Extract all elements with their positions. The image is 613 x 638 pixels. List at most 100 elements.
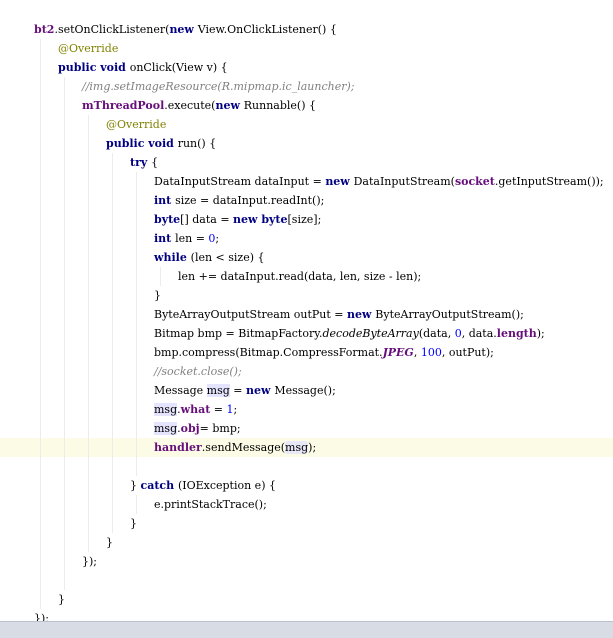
code-line[interactable]: public void onClick(View v) { bbox=[0, 58, 613, 77]
code-token: msg bbox=[154, 422, 178, 435]
code-text: len += dataInput.read(data, len, size - … bbox=[178, 267, 421, 286]
indent-guide bbox=[40, 381, 41, 400]
code-line[interactable]: handler.sendMessage(msg); bbox=[0, 438, 613, 457]
indent-guide bbox=[112, 229, 113, 248]
code-token: bmp.compress(Bitmap.CompressFormat. bbox=[154, 346, 383, 359]
code-line[interactable]: bt2.setOnClickListener(new View.OnClickL… bbox=[0, 20, 613, 39]
code-token: } bbox=[130, 479, 141, 492]
indent-guide bbox=[64, 495, 65, 514]
indent-guide bbox=[112, 400, 113, 419]
indent-guide bbox=[40, 552, 41, 571]
code-token: ); bbox=[308, 441, 317, 454]
indent-guide bbox=[136, 438, 137, 457]
code-line[interactable]: Message msg = new Message(); bbox=[0, 381, 613, 400]
indent-guide bbox=[88, 514, 89, 533]
indent-guide bbox=[88, 495, 89, 514]
code-token: msg bbox=[206, 384, 230, 397]
code-line[interactable]: }); bbox=[0, 609, 613, 621]
indent-guide bbox=[112, 362, 113, 381]
code-token: new bbox=[325, 175, 354, 188]
code-line[interactable]: int len = 0; bbox=[0, 229, 613, 248]
indent-guide bbox=[88, 381, 89, 400]
indent-guide bbox=[64, 381, 65, 400]
code-line[interactable]: } bbox=[0, 286, 613, 305]
code-line[interactable]: ByteArrayOutputStream outPut = new ByteA… bbox=[0, 305, 613, 324]
indent-guide bbox=[40, 267, 41, 286]
code-line[interactable]: msg.obj= bmp; bbox=[0, 419, 613, 438]
code-line[interactable]: while (len < size) { bbox=[0, 248, 613, 267]
indent-guide bbox=[40, 153, 41, 172]
code-text: byte[] data = new byte[size]; bbox=[154, 210, 321, 229]
indent-guide bbox=[88, 115, 89, 134]
indent-guide bbox=[88, 172, 89, 191]
code-line[interactable] bbox=[0, 457, 613, 476]
code-text: e.printStackTrace(); bbox=[154, 495, 267, 514]
indent-guide bbox=[88, 533, 89, 552]
indent-guide bbox=[136, 343, 137, 362]
code-token: JPEG bbox=[382, 346, 414, 359]
code-line[interactable]: @Override bbox=[0, 39, 613, 58]
code-line[interactable]: bmp.compress(Bitmap.CompressFormat.JPEG,… bbox=[0, 343, 613, 362]
code-token: mThreadPool bbox=[82, 99, 165, 112]
indent-guide bbox=[136, 400, 137, 419]
code-editor[interactable]: bt2.setOnClickListener(new View.OnClickL… bbox=[0, 0, 613, 621]
code-token: msg bbox=[154, 403, 178, 416]
indent-guide bbox=[136, 324, 137, 343]
code-line[interactable]: byte[] data = new byte[size]; bbox=[0, 210, 613, 229]
code-token: new bbox=[215, 99, 244, 112]
indent-guide bbox=[40, 172, 41, 191]
code-line[interactable]: }); bbox=[0, 552, 613, 571]
code-token: bt2 bbox=[34, 23, 55, 36]
code-token: [] data = bbox=[180, 213, 234, 226]
code-token: 1 bbox=[226, 403, 234, 416]
code-text: } bbox=[130, 514, 137, 533]
indent-guide bbox=[64, 438, 65, 457]
indent-guide bbox=[88, 400, 89, 419]
code-token: len += dataInput.read(data, len, size - … bbox=[178, 270, 422, 283]
code-text: while (len < size) { bbox=[154, 248, 265, 267]
indent-guide bbox=[112, 476, 113, 495]
code-line[interactable]: //img.setImageResource(R.mipmap.ic_launc… bbox=[0, 77, 613, 96]
indent-guide bbox=[64, 343, 65, 362]
code-token: (IOException e) { bbox=[177, 479, 276, 492]
indent-guide bbox=[40, 419, 41, 438]
code-text: Message msg = new Message(); bbox=[154, 381, 336, 400]
indent-guide bbox=[136, 248, 137, 267]
code-token: what bbox=[180, 403, 211, 416]
indent-guide bbox=[88, 191, 89, 210]
code-text: Bitmap bmp = BitmapFactory.decodeByteArr… bbox=[154, 324, 545, 343]
code-line[interactable]: try { bbox=[0, 153, 613, 172]
indent-guide bbox=[40, 514, 41, 533]
code-line[interactable]: e.printStackTrace(); bbox=[0, 495, 613, 514]
code-line[interactable]: Bitmap bmp = BitmapFactory.decodeByteArr… bbox=[0, 324, 613, 343]
code-line[interactable]: public void run() { bbox=[0, 134, 613, 153]
indent-guide bbox=[64, 77, 65, 96]
code-line[interactable]: } bbox=[0, 590, 613, 609]
indent-guide bbox=[112, 438, 113, 457]
indent-guide bbox=[88, 229, 89, 248]
indent-guide bbox=[88, 324, 89, 343]
code-line[interactable]: } bbox=[0, 533, 613, 552]
code-token: catch bbox=[140, 479, 178, 492]
code-token: ; bbox=[233, 403, 238, 416]
code-line[interactable]: //socket.close(); bbox=[0, 362, 613, 381]
indent-guide bbox=[64, 134, 65, 153]
indent-guide bbox=[40, 343, 41, 362]
code-line[interactable] bbox=[0, 571, 613, 590]
code-text: int size = dataInput.readInt(); bbox=[154, 191, 324, 210]
code-line[interactable]: } bbox=[0, 514, 613, 533]
code-text: } catch (IOException e) { bbox=[130, 476, 276, 495]
code-line[interactable]: int size = dataInput.readInt(); bbox=[0, 191, 613, 210]
indent-guide bbox=[112, 514, 113, 533]
code-line[interactable]: DataInputStream dataInput = new DataInpu… bbox=[0, 172, 613, 191]
code-line[interactable]: len += dataInput.read(data, len, size - … bbox=[0, 267, 613, 286]
code-line[interactable]: mThreadPool.execute(new Runnable() { bbox=[0, 96, 613, 115]
code-line[interactable]: msg.what = 1; bbox=[0, 400, 613, 419]
code-text: } bbox=[58, 590, 65, 609]
code-text: int len = 0; bbox=[154, 229, 219, 248]
code-line[interactable]: @Override bbox=[0, 115, 613, 134]
indent-guide bbox=[40, 248, 41, 267]
indent-guide bbox=[64, 210, 65, 229]
code-line[interactable]: } catch (IOException e) { bbox=[0, 476, 613, 495]
code-text: } bbox=[154, 286, 161, 305]
